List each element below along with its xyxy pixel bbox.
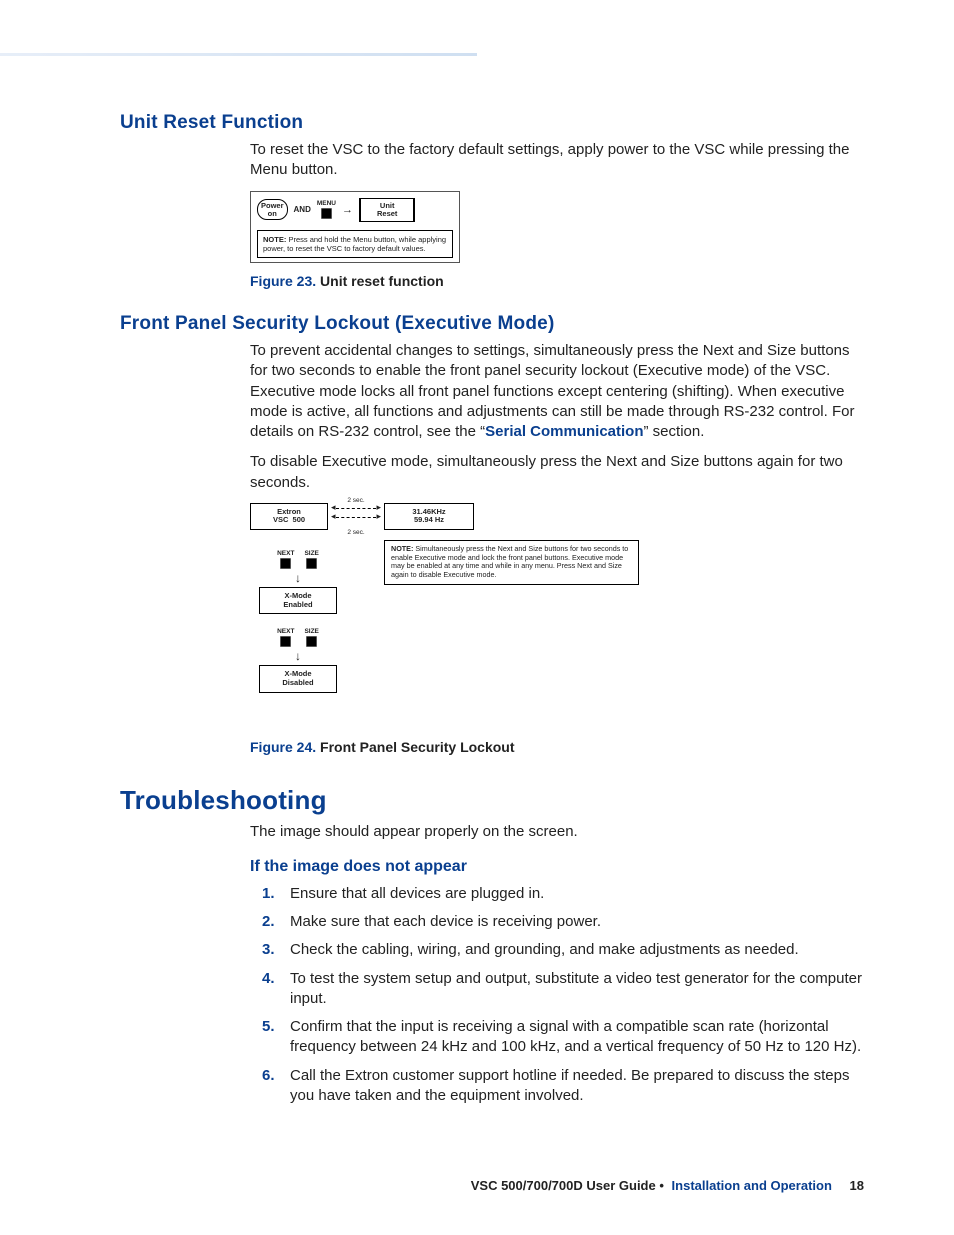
square-icon (280, 636, 291, 647)
fig24-dashed-arrows: 2 sec. 2 sec. (336, 505, 376, 527)
square-icon (306, 636, 317, 647)
fig24-size-label-2: SIZE (304, 628, 318, 635)
fig24-next-label-1: NEXT (277, 550, 294, 557)
figure-23: Power on AND MENU → Unit Reset NOTE: Pre… (250, 191, 460, 264)
fig24-note-text: Simultaneously press the Next and Size b… (391, 544, 628, 579)
lockout-p1: To prevent accidental changes to setting… (250, 341, 864, 442)
fig23-menu-button: MENU (317, 200, 336, 219)
top-rule (0, 53, 477, 56)
fig24-lcd-right: 31.46KHz 59.94 Hz (384, 503, 474, 530)
fig24-buttons-2: NEXT SIZE (277, 628, 319, 647)
figure-24: Extron VSC 500 2 sec. 2 sec. 31.46KHz 59… (250, 503, 670, 693)
footer-page-number: 18 (850, 1178, 864, 1193)
fig24-caption-title: Front Panel Security Lockout (320, 739, 514, 755)
footer-bullet: • (659, 1178, 664, 1193)
fig24-buttons-1: NEXT SIZE (277, 550, 319, 569)
figure-23-caption: Figure 23. Unit reset function (250, 273, 864, 289)
unit-reset-block: To reset the VSC to the factory default … (250, 140, 864, 289)
fig24-note-label: NOTE: (391, 544, 413, 553)
fig23-note-label: NOTE: (263, 235, 286, 244)
footer-doc-title: VSC 500/700/700D User Guide (471, 1178, 656, 1193)
fig23-caption-title: Unit reset function (320, 273, 444, 289)
lockout-p2: To disable Executive mode, simultaneousl… (250, 452, 864, 493)
fig23-unit-reset-box: Unit Reset (359, 198, 415, 223)
fig24-size-button-1: SIZE (304, 550, 318, 569)
fig24-note-box: NOTE: Simultaneously press the Next and … (384, 540, 639, 585)
troubleshooting-intro: The image should appear properly on the … (250, 822, 864, 842)
fig24-sec-bottom: 2 sec. (347, 529, 364, 536)
step-item: Ensure that all devices are plugged in. (250, 884, 864, 904)
heading-lockout: Front Panel Security Lockout (Executive … (120, 313, 864, 335)
square-icon (280, 558, 291, 569)
heading-troubleshooting: Troubleshooting (120, 785, 864, 816)
step-item: Call the Extron customer support hotline… (250, 1066, 864, 1107)
troubleshooting-sub: If the image does not appear (250, 858, 864, 876)
fig24-next-button-1: NEXT (277, 550, 294, 569)
fig24-caption-num: Figure 24. (250, 739, 316, 755)
square-icon (321, 208, 332, 219)
arrow-down-icon: ↓ (295, 649, 301, 663)
content-column: Unit Reset Function To reset the VSC to … (120, 112, 864, 1114)
fig23-note-box: NOTE: Press and hold the Menu button, wh… (257, 230, 453, 258)
fig24-state-disabled: X-Mode Disabled (259, 665, 337, 692)
fig24-size-button-2: SIZE (304, 628, 318, 647)
fig24-flow-column: NEXT SIZE ↓ X-Mode Enabled NEXT SIZE ↓ X… (250, 540, 346, 693)
footer-section: Installation and Operation (672, 1178, 832, 1193)
troubleshooting-steps: Ensure that all devices are plugged in. … (250, 884, 864, 1106)
unit-reset-body: To reset the VSC to the factory default … (250, 140, 864, 181)
step-item: Make sure that each device is receiving … (250, 912, 864, 932)
step-item: Check the cabling, wiring, and grounding… (250, 940, 864, 960)
arrow-down-icon: ↓ (295, 571, 301, 585)
lockout-p1-b: ” section. (644, 423, 705, 440)
fig23-menu-label: MENU (317, 200, 336, 207)
arrow-right-icon: → (342, 204, 353, 216)
figure-24-caption: Figure 24. Front Panel Security Lockout (250, 739, 864, 755)
fig24-next-button-2: NEXT (277, 628, 294, 647)
step-item: To test the system setup and output, sub… (250, 969, 864, 1010)
fig23-power-oval: Power on (257, 199, 288, 220)
fig24-lcd-left: Extron VSC 500 (250, 503, 328, 530)
heading-unit-reset: Unit Reset Function (120, 112, 864, 134)
fig23-note-text: Press and hold the Menu button, while ap… (263, 235, 446, 253)
serial-communication-link[interactable]: Serial Communication (485, 423, 643, 440)
fig24-size-label-1: SIZE (304, 550, 318, 557)
step-item: Confirm that the input is receiving a si… (250, 1017, 864, 1058)
square-icon (306, 558, 317, 569)
page-footer: VSC 500/700/700D User Guide • Installati… (471, 1178, 864, 1193)
lockout-block: To prevent accidental changes to setting… (250, 341, 864, 755)
fig24-state-enabled: X-Mode Enabled (259, 587, 337, 614)
page: Unit Reset Function To reset the VSC to … (0, 0, 954, 1235)
fig24-next-label-2: NEXT (277, 628, 294, 635)
fig23-caption-num: Figure 23. (250, 273, 316, 289)
fig24-sec-top: 2 sec. (347, 497, 364, 504)
fig23-and-label: AND (294, 205, 311, 214)
troubleshooting-block: The image should appear properly on the … (250, 822, 864, 1107)
